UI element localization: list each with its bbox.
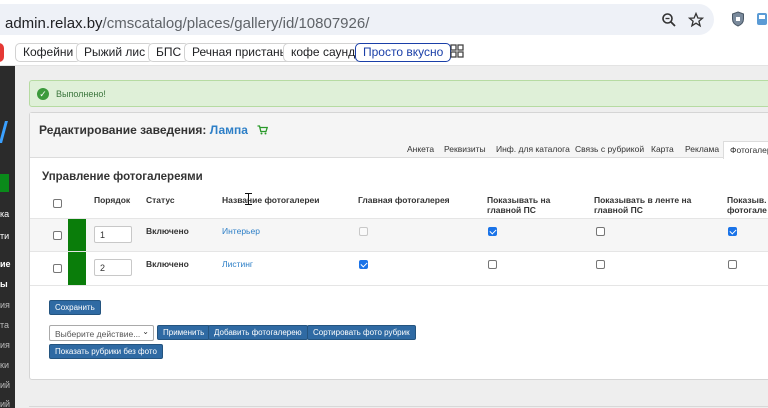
show-main-checkbox[interactable]: [488, 227, 497, 236]
show-gallery-checkbox[interactable]: [728, 260, 737, 269]
gallery-name-link[interactable]: Интерьер: [222, 226, 260, 236]
status-color-bar: [68, 219, 86, 252]
show-main-checkbox[interactable]: [488, 260, 497, 269]
bookmark-4[interactable]: Речная пристань: [184, 43, 294, 62]
panel-title-prefix: Редактирование заведения:: [39, 123, 207, 137]
place-name-link[interactable]: Лампа: [210, 123, 248, 137]
sort-photos-button[interactable]: Сортировать фото рубрик: [307, 325, 416, 340]
sidebar-item[interactable]: ки: [0, 360, 9, 370]
extension-icon[interactable]: [754, 11, 768, 27]
action-select-value: Выберите действие...: [55, 329, 141, 339]
status-text: Включено: [146, 226, 189, 236]
gallery-name-link[interactable]: Листинг: [222, 259, 253, 269]
header-name[interactable]: Название фотогалереи: [222, 195, 342, 205]
tab-map[interactable]: Карта: [651, 144, 674, 154]
content-area: ✓ Выполнено! Редактирование заведения: Л…: [15, 66, 768, 408]
status-color-bar: [68, 252, 86, 285]
check-circle-icon: ✓: [37, 88, 49, 100]
zoom-icon[interactable]: [660, 11, 678, 29]
sidebar-item-active[interactable]: ы: [0, 279, 8, 289]
order-input[interactable]: 2: [94, 259, 132, 276]
apps-grid-icon[interactable]: [449, 43, 465, 59]
bottom-divider: [29, 406, 768, 407]
cart-icon[interactable]: [257, 124, 269, 138]
admin-sidebar: ка ти ие ы ия та ия ки ий ий: [0, 66, 15, 408]
add-gallery-button[interactable]: Добавить фотогалерею: [208, 325, 308, 340]
sidebar-item[interactable]: ка: [0, 209, 9, 219]
sidebar-item[interactable]: ие: [0, 259, 11, 269]
header-main-gallery[interactable]: Главная фотогалерея: [358, 195, 468, 205]
select-all-checkbox[interactable]: [53, 199, 62, 208]
header-status[interactable]: Статус: [146, 195, 175, 205]
tab-rubric-link[interactable]: Связь с рубрикой: [575, 144, 644, 154]
address-bar[interactable]: admin.relax.by/cmscatalog/places/gallery…: [0, 4, 714, 35]
action-select[interactable]: Выберите действие... ⌄: [49, 325, 154, 341]
sidebar-item[interactable]: ти: [0, 231, 9, 241]
sidebar-item[interactable]: ий: [0, 380, 10, 390]
sidebar-green-button[interactable]: [0, 174, 9, 192]
sidebar-item[interactable]: ий: [0, 399, 10, 408]
main-gallery-checkbox: [359, 227, 368, 236]
tab-photogalleries[interactable]: Фотогалереи: [723, 141, 768, 159]
header-show-gallery[interactable]: Показыв. фотогале: [727, 195, 768, 215]
shield-extension-icon[interactable]: [730, 11, 746, 27]
address-bar-row: admin.relax.by/cmscatalog/places/gallery…: [0, 0, 768, 38]
bookmark-star-icon[interactable]: [687, 11, 705, 29]
bookmark-5[interactable]: кофе саунд: [283, 43, 364, 62]
header-show-main[interactable]: Показывать на главной ПС: [487, 195, 567, 215]
main-gallery-checkbox[interactable]: [359, 260, 368, 269]
text-cursor-icon: [245, 193, 252, 205]
status-text: Включено: [146, 259, 189, 269]
bookmark-2[interactable]: Рыжий лис: [76, 43, 154, 62]
sidebar-item[interactable]: та: [0, 320, 9, 330]
order-input[interactable]: 1: [94, 226, 132, 243]
row-divider: [30, 285, 768, 286]
panel-header: Редактирование заведения: Лампа Анкета Р…: [30, 113, 768, 159]
section-title: Управление фотогалереями: [42, 171, 203, 183]
url-text[interactable]: admin.relax.by/cmscatalog/places/gallery…: [5, 15, 369, 32]
chevron-down-icon: ⌄: [142, 327, 149, 336]
apply-button[interactable]: Применить: [157, 325, 211, 340]
tab-rekvizity[interactable]: Реквизиты: [444, 144, 486, 154]
show-feed-checkbox[interactable]: [596, 260, 605, 269]
panel-title: Редактирование заведения: Лампа: [39, 123, 269, 138]
show-feed-checkbox[interactable]: [596, 227, 605, 236]
table-row: 1 Включено Интерьер: [30, 219, 768, 252]
show-rubrics-button[interactable]: Показать рубрики без фото: [49, 344, 163, 359]
tab-ads[interactable]: Реклама: [685, 144, 719, 154]
success-alert: ✓ Выполнено!: [29, 80, 768, 107]
url-host: admin.relax.by: [5, 15, 103, 32]
header-order[interactable]: Порядок: [94, 195, 130, 205]
sidebar-item[interactable]: ия: [0, 300, 10, 310]
row-checkbox[interactable]: [53, 264, 62, 273]
url-path: /cmscatalog/places/gallery/id/10807926/: [102, 15, 370, 32]
edit-panel: Редактирование заведения: Лампа Анкета Р…: [29, 112, 768, 380]
header-show-feed[interactable]: Показывать в ленте на главной ПС: [594, 195, 704, 215]
bookmark-1[interactable]: Кофейни: [15, 43, 82, 62]
bookmark-3[interactable]: БПС: [148, 43, 190, 62]
tab-anketa[interactable]: Анкета: [407, 144, 434, 154]
sidebar-item[interactable]: ия: [0, 340, 10, 350]
bookmark-partial[interactable]: [0, 43, 4, 62]
sidebar-logo: [0, 121, 13, 143]
bookmark-6[interactable]: Просто вкусно: [355, 43, 452, 62]
table-row: 2 Включено Листинг: [30, 252, 768, 285]
bookmarks-bar: Кофейни Рыжий лис БПС Речная пристань ко…: [0, 38, 768, 66]
show-gallery-checkbox[interactable]: [728, 227, 737, 236]
tab-catalog-info[interactable]: Инф. для каталога: [496, 144, 570, 154]
row-checkbox[interactable]: [53, 231, 62, 240]
alert-text: Выполнено!: [56, 89, 106, 99]
panel-tabs: Анкета Реквизиты Инф. для каталога Связь…: [30, 141, 768, 159]
save-button[interactable]: Сохранить: [49, 300, 101, 315]
